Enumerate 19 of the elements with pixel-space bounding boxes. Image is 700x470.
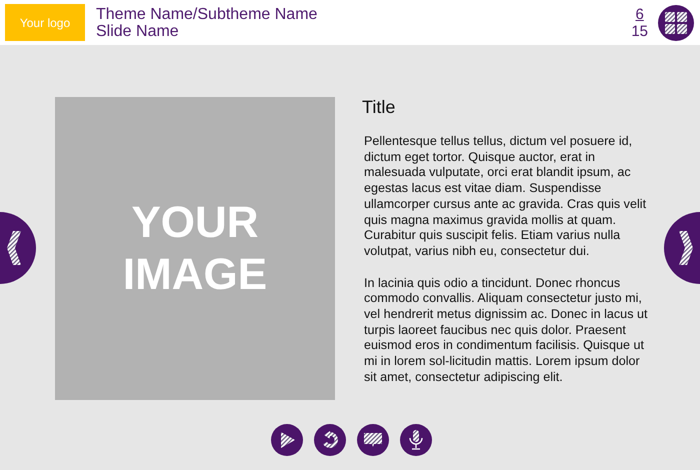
paragraph: Pellentesque tellus tellus, dictum vel posuere id, dictum eget tortor. Quisque auctor, erat in malesuada vulputate, orci erat blandit ipsum, ac egestas lacus est vitae diam. Suspendisse ullamcorper cursus ante ac gravida. Cras quis velit quis magna maximus gravida mollis at quam. Curabitur quis suscipit felis. Etiam varius nulla volutpat, varius nibh eu, consectetur dui. — [364, 134, 648, 260]
chevron-right-icon — [679, 231, 693, 265]
microphone-icon — [408, 430, 424, 450]
content-title: Title — [362, 97, 396, 117]
theme-title: Theme Name/Subtheme Name — [96, 6, 318, 22]
slide-title: Slide Name — [96, 22, 180, 40]
page-number: 6 — [635, 6, 644, 22]
play-button[interactable] — [270, 424, 302, 456]
logo: Your logo — [5, 4, 85, 41]
chevron-left-icon — [7, 231, 21, 265]
replay-button[interactable] — [314, 424, 346, 456]
menu-button[interactable] — [658, 4, 694, 40]
placeholder-label: YOUR IMAGE — [122, 196, 268, 300]
page-total: 15 — [631, 22, 648, 40]
paragraph: In lacinia quis odio a tincidunt. Donec rhoncus commodo convallis. Aliquam consectetur justo mi, vel hendrerit metus dignissim ac. Donec in lacus ut turpis laoreet faucibus nec quis dolor. Praesent euismod eros in condimentum facilisis. Quisque ut mi in lorem sol-licitudin mattis. Lorem ipsum dolor sit amet, consectetur adipiscing elit. — [364, 276, 648, 386]
grid-icon — [664, 10, 688, 34]
voice-button[interactable] — [400, 424, 432, 456]
captions-button[interactable] — [356, 424, 388, 456]
captions-icon — [362, 431, 382, 449]
